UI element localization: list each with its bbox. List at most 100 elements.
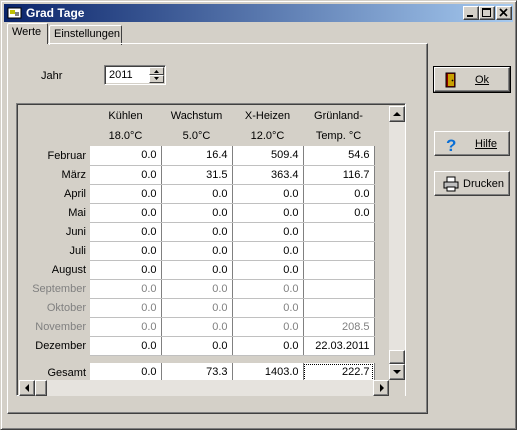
- year-up-button[interactable]: [149, 67, 164, 75]
- grid-cell[interactable]: 0.0: [232, 317, 304, 337]
- row-header: August: [51, 263, 86, 276]
- grid-cell[interactable]: 0.0: [161, 222, 233, 242]
- minimize-button[interactable]: [463, 6, 479, 20]
- grid-cell[interactable]: [303, 298, 375, 318]
- column-header: 5.0°C: [161, 126, 232, 146]
- degree-days-grid[interactable]: Kühlen Wachstum X-Heizen Grünland- 18.0°C 5.0…: [16, 103, 406, 396]
- grid-cell[interactable]: 116.7: [303, 165, 375, 185]
- row-header: Februar: [47, 149, 86, 162]
- grid-cell[interactable]: 0.0: [90, 298, 162, 318]
- row-header: November: [35, 320, 86, 333]
- grid-cell[interactable]: 0.0: [90, 317, 162, 337]
- grid-cell[interactable]: 0.0: [232, 203, 304, 223]
- grid-cell[interactable]: [303, 222, 375, 242]
- row-header: Dezember: [35, 339, 86, 352]
- maximize-button[interactable]: [479, 6, 495, 20]
- grid-cell[interactable]: 0.0: [303, 203, 375, 223]
- grid-header-row: 18.0°C 5.0°C 12.0°C Temp. °C: [19, 126, 374, 146]
- grid-cell[interactable]: 363.4: [232, 165, 304, 185]
- grid-cell[interactable]: 509.4: [232, 146, 304, 166]
- horizontal-scroll-thumb[interactable]: [35, 380, 47, 396]
- grid-cell[interactable]: 0.0: [90, 203, 162, 223]
- year-value[interactable]: 2011: [109, 69, 133, 81]
- grid-cell[interactable]: 0.0: [90, 260, 162, 280]
- grid-cell[interactable]: 0.0: [90, 279, 162, 299]
- horizontal-scrollbar[interactable]: [19, 380, 389, 396]
- table-row: Juni 0.0 0.0 0.0: [19, 222, 375, 242]
- table-row: September 0.0 0.0 0.0: [19, 279, 375, 299]
- grid-cell[interactable]: 54.6: [303, 146, 375, 166]
- grid-cell[interactable]: 0.0: [161, 241, 233, 261]
- grid-cell[interactable]: 0.0: [161, 279, 233, 299]
- grid-cell[interactable]: 0.0: [161, 336, 233, 356]
- table-row: April 0.0 0.0 0.0 0.0: [19, 184, 375, 204]
- scroll-up-button[interactable]: [389, 106, 405, 122]
- scroll-left-button[interactable]: [19, 380, 35, 396]
- spacer-cell: [161, 355, 232, 363]
- grid-cell[interactable]: [303, 241, 375, 261]
- spacer-cell: [232, 355, 303, 363]
- grid-cell[interactable]: 22.03.2011: [303, 336, 375, 356]
- grid-cell[interactable]: 0.0: [232, 336, 304, 356]
- svg-text:?: ?: [446, 136, 456, 152]
- table-row: März 0.0 31.5 363.4 116.7: [19, 165, 375, 185]
- ok-button[interactable]: Ok: [433, 66, 511, 93]
- vertical-scroll-thumb[interactable]: [389, 350, 405, 364]
- row-header: September: [32, 282, 86, 295]
- door-exit-icon: [443, 72, 459, 88]
- help-button[interactable]: ? Hilfe: [434, 131, 510, 156]
- table-row: Februar 0.0 16.4 509.4 54.6: [19, 146, 375, 166]
- print-button[interactable]: Drucken: [434, 171, 510, 196]
- column-header: X-Heizen: [232, 106, 303, 126]
- grid-cell[interactable]: 0.0: [90, 241, 162, 261]
- column-header: Wachstum: [161, 106, 232, 126]
- grid-corner-cell: [19, 126, 90, 146]
- grid-cell[interactable]: 0.0: [232, 279, 304, 299]
- year-down-button[interactable]: [149, 75, 164, 83]
- grid-cell[interactable]: 0.0: [303, 184, 375, 204]
- scroll-right-button[interactable]: [373, 380, 389, 396]
- grid-cell[interactable]: 208.5: [303, 317, 375, 337]
- grid-cell[interactable]: 0.0: [90, 222, 162, 242]
- column-header: 12.0°C: [232, 126, 303, 146]
- year-spinner[interactable]: 2011: [104, 65, 166, 85]
- grid-header-row: Kühlen Wachstum X-Heizen Grünland-: [19, 106, 374, 126]
- grid-cell[interactable]: 0.0: [232, 241, 304, 261]
- row-header: Juni: [65, 225, 86, 238]
- grid-cell[interactable]: 0.0: [232, 298, 304, 318]
- grid-cell[interactable]: [303, 279, 375, 299]
- grid-cell[interactable]: 0.0: [232, 184, 304, 204]
- print-button-label: Drucken: [463, 178, 504, 190]
- grid-cell[interactable]: 0.0: [161, 203, 233, 223]
- vertical-scrollbar[interactable]: [389, 106, 405, 380]
- tab-werte[interactable]: Werte: [7, 23, 48, 44]
- row-header: April: [63, 187, 86, 200]
- ok-button-label: Ok: [475, 74, 490, 86]
- grid-cell[interactable]: 0.0: [161, 260, 233, 280]
- window-title: Grad Tage: [26, 6, 85, 20]
- grid-cell[interactable]: 0.0: [161, 298, 233, 318]
- grad-tage-window: Grad Tage Werte Einstellungen Jahr 2011 …: [0, 0, 517, 430]
- grid-cell[interactable]: 0.0: [232, 260, 304, 280]
- close-button[interactable]: [496, 6, 512, 20]
- grid-cell[interactable]: 0.0: [232, 222, 304, 242]
- table-row: August 0.0 0.0 0.0: [19, 260, 375, 280]
- printer-icon: [443, 176, 459, 192]
- grid-cell[interactable]: 0.0: [90, 336, 162, 356]
- grid-cell[interactable]: 0.0: [90, 165, 162, 185]
- scrollbar-corner: [389, 380, 405, 396]
- grid-cell[interactable]: 0.0: [90, 184, 162, 204]
- grid-cell[interactable]: 0.0: [161, 184, 233, 204]
- grid-cell[interactable]: 31.5: [161, 165, 233, 185]
- grid-cell[interactable]: [303, 260, 375, 280]
- spacer-cell: [303, 355, 374, 363]
- grid-cell[interactable]: 16.4: [161, 146, 233, 166]
- scroll-down-button[interactable]: [389, 364, 405, 380]
- spacer-cell: [19, 355, 90, 363]
- row-header: Oktober: [46, 301, 86, 314]
- grid-cell[interactable]: 0.0: [90, 146, 162, 166]
- degree-days-table: Kühlen Wachstum X-Heizen Grünland- 18.0°C 5.0…: [19, 106, 375, 383]
- title-bar[interactable]: Grad Tage: [4, 4, 513, 22]
- grid-cell[interactable]: 0.0: [161, 317, 233, 337]
- tab-einstellungen[interactable]: Einstellungen: [49, 25, 122, 45]
